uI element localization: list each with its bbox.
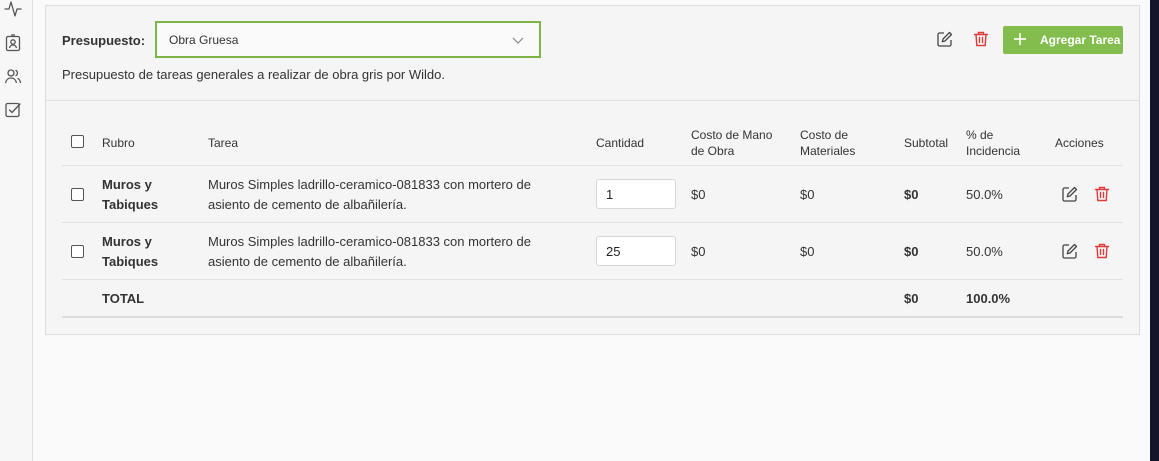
edit-task-button[interactable] — [1061, 242, 1081, 262]
tarea-line2: asiento de cemento de albañilería. — [208, 254, 407, 269]
subtotal-value: $0 — [904, 244, 919, 259]
column-header-cantidad: Cantidad — [596, 136, 645, 150]
quantity-input[interactable]: 1 — [596, 179, 676, 209]
incidencia-value: 50.0% — [966, 244, 1003, 259]
edit-icon — [1062, 243, 1078, 259]
edit-icon — [937, 31, 953, 47]
budget-header: Presupuesto: Obra Gruesa Presupuesto de … — [46, 6, 1139, 101]
total-incidencia: 100.0% — [966, 291, 1011, 306]
budget-description: Presupuesto de tareas generales a realiz… — [62, 67, 445, 82]
rubro-line1: Muros y — [102, 177, 152, 192]
total-subtotal: $0 — [904, 291, 919, 306]
column-header-subtotal: Subtotal — [904, 136, 949, 150]
delete-budget-button[interactable] — [972, 30, 992, 50]
trash-icon — [1094, 186, 1110, 202]
edit-icon — [1062, 186, 1078, 202]
edit-task-button[interactable] — [1061, 185, 1081, 205]
plus-icon — [1013, 32, 1027, 46]
tasks-table: Rubro Tarea Cantidad Costo de Mano de Ob… — [62, 118, 1123, 318]
column-header-costo-materiales-line1: Costo de — [800, 128, 849, 142]
delete-task-button[interactable] — [1093, 185, 1113, 205]
activity-icon[interactable] — [4, 0, 22, 18]
budget-select[interactable]: Obra Gruesa — [155, 21, 541, 58]
costo-materiales-value: $0 — [800, 187, 815, 202]
checkbox-icon[interactable] — [4, 101, 22, 119]
rubro-line1: Muros y — [102, 234, 152, 249]
subtotal-value: $0 — [904, 187, 919, 202]
table-total-row: TOTAL $0 100.0% — [62, 280, 1123, 318]
tarea-line1: Muros Simples ladrillo-ceramico-081833 c… — [208, 234, 531, 249]
column-header-rubro: Rubro — [102, 136, 135, 150]
window-edge — [1150, 0, 1159, 461]
column-header-acciones: Acciones — [1055, 136, 1104, 150]
column-header-costo-materiales-line2: Materiales — [800, 144, 856, 158]
edit-budget-button[interactable] — [936, 30, 956, 50]
costo-mano-obra-value: $0 — [691, 187, 706, 202]
tarea-line1: Muros Simples ladrillo-ceramico-081833 c… — [208, 177, 531, 192]
costo-materiales-value: $0 — [800, 244, 815, 259]
add-task-button[interactable]: Agregar Tarea — [1003, 26, 1123, 54]
column-header-costo-mano-obra-line1: Costo de Mano — [691, 128, 773, 142]
column-header-incidencia-line1: % de — [966, 128, 994, 142]
select-all-checkbox[interactable] — [71, 135, 84, 148]
delete-task-button[interactable] — [1093, 242, 1113, 262]
column-header-incidencia-line2: Incidencia — [966, 144, 1021, 158]
contact-card-icon[interactable] — [4, 34, 22, 52]
row-checkbox[interactable] — [71, 188, 84, 201]
budget-label: Presupuesto: — [62, 33, 146, 48]
costo-mano-obra-value: $0 — [691, 244, 706, 259]
rubro-line2: Tabiques — [102, 254, 159, 269]
budget-card: Presupuesto: Obra Gruesa Presupuesto de … — [45, 5, 1140, 335]
incidencia-value: 50.0% — [966, 187, 1003, 202]
column-header-costo-mano-obra-line2: de Obra — [691, 144, 735, 158]
chevron-down-icon — [511, 33, 525, 47]
column-header-tarea: Tarea — [208, 136, 239, 150]
total-label: TOTAL — [102, 291, 145, 306]
table-row: Muros y Tabiques Muros Simples ladrillo-… — [62, 223, 1123, 280]
row-checkbox[interactable] — [71, 245, 84, 258]
trash-icon — [973, 31, 989, 47]
quantity-input[interactable]: 25 — [596, 236, 676, 266]
trash-icon — [1094, 243, 1110, 259]
budget-select-value: Obra Gruesa — [169, 33, 239, 47]
table-row: Muros y Tabiques Muros Simples ladrillo-… — [62, 166, 1123, 223]
rubro-line2: Tabiques — [102, 197, 159, 212]
users-icon[interactable] — [4, 67, 22, 85]
tarea-line2: asiento de cemento de albañilería. — [208, 197, 407, 212]
sidebar — [0, 0, 33, 461]
add-task-label: Agregar Tarea — [1040, 33, 1121, 47]
table-header-row: Rubro Tarea Cantidad Costo de Mano de Ob… — [62, 118, 1123, 166]
